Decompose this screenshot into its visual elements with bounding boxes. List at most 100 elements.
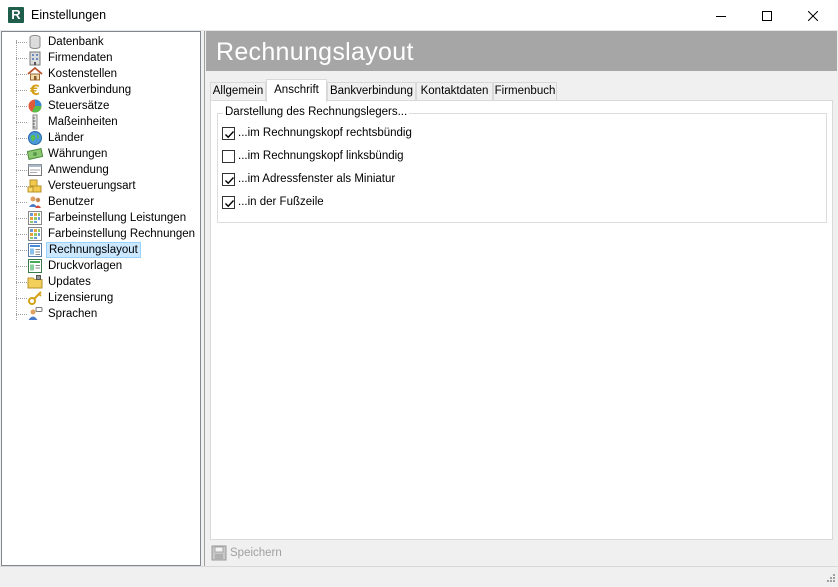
minimize-button[interactable] <box>698 0 744 31</box>
tree-item-währungen[interactable]: Währungen <box>2 146 200 162</box>
color-grid-icon <box>27 210 43 226</box>
resize-grip-icon[interactable] <box>824 573 836 585</box>
tree-item-label: Datenbank <box>48 36 104 48</box>
tree-connector <box>16 298 27 299</box>
color-grid-icon <box>27 226 43 242</box>
tree-item-anwendung[interactable]: Anwendung <box>2 162 200 178</box>
print-template-icon <box>27 258 43 274</box>
company-building-icon <box>27 50 43 66</box>
maximize-button[interactable] <box>744 0 790 31</box>
tree-item-lizensierung[interactable]: Lizensierung <box>2 290 200 306</box>
content-panel: Rechnungslayout Allgemein Anschrift Bank… <box>204 31 837 566</box>
coins-icon <box>27 178 43 194</box>
option-row[interactable]: ...im Rechnungskopf linksbündig <box>222 148 404 164</box>
tree-item-maßeinheiten[interactable]: Maßeinheiten <box>2 114 200 130</box>
tree-connector <box>16 186 27 187</box>
tree-item-datenbank[interactable]: Datenbank <box>2 34 200 50</box>
option-checkbox[interactable] <box>222 126 235 140</box>
svg-text:€: € <box>29 83 40 98</box>
tab-firmenbuch[interactable]: Firmenbuch <box>493 82 557 101</box>
tree-item-label: Benutzer <box>48 196 95 208</box>
app-logo-icon: R <box>8 7 24 23</box>
tree-item-label: Länder <box>48 132 84 144</box>
pie-chart-icon <box>27 98 43 114</box>
tree-item-firmendaten[interactable]: Firmendaten <box>2 50 200 66</box>
invoice-layout-icon <box>27 242 43 258</box>
database-icon <box>27 34 43 50</box>
tree-item-label: Währungen <box>48 148 108 160</box>
tree-item-steuersätze[interactable]: Steuersätze <box>2 98 200 114</box>
option-checkbox[interactable] <box>222 195 235 209</box>
tree-item-updates[interactable]: Updates <box>2 274 200 290</box>
tab-bankverbindung[interactable]: Bankverbindung <box>327 82 416 101</box>
option-row[interactable]: ...im Adressfenster als Miniatur <box>222 171 395 187</box>
minimize-icon <box>716 15 726 17</box>
groupbox-legend: Darstellung des Rechnungslegers... <box>223 106 410 118</box>
tree-connector <box>16 138 27 139</box>
key-icon <box>27 290 43 306</box>
measure-icon <box>27 114 43 130</box>
floppy-disk-icon <box>211 545 227 561</box>
house-icon <box>27 66 43 82</box>
tree-item-versteuerungsart[interactable]: Versteuerungsart <box>2 178 200 194</box>
option-checkbox[interactable] <box>222 172 235 186</box>
tree-item-länder[interactable]: Länder <box>2 130 200 146</box>
tree-item-label: Farbeinstellung Rechnungen <box>48 228 196 240</box>
status-bar <box>0 566 838 587</box>
tree-item-rechnungslayout[interactable]: Rechnungslayout <box>2 242 200 258</box>
tree-connector <box>16 154 27 155</box>
title-bar: R Einstellungen <box>0 0 838 31</box>
page-title: Rechnungslayout <box>216 38 414 66</box>
tree-item-farbeinstellung-rechnungen[interactable]: Farbeinstellung Rechnungen <box>2 226 200 242</box>
close-icon <box>808 10 818 21</box>
tree-item-label: Kostenstellen <box>48 68 118 80</box>
settings-tree[interactable]: Datenbank Firmendaten Kostenstellen € Bankve… <box>1 31 201 566</box>
tree-item-sprachen[interactable]: Sprachen <box>2 306 200 322</box>
tab-content: Darstellung des Rechnungslegers... ...im… <box>210 100 833 540</box>
globe-icon <box>27 130 43 146</box>
tree-item-benutzer[interactable]: Benutzer <box>2 194 200 210</box>
tree-connector <box>16 234 27 235</box>
tree-item-label: Versteuerungsart <box>48 180 136 192</box>
tree-item-druckvorlagen[interactable]: Druckvorlagen <box>2 258 200 274</box>
window-title: Einstellungen <box>31 8 107 22</box>
tree-item-label: Firmendaten <box>48 52 113 64</box>
tree-item-label: Druckvorlagen <box>48 260 123 272</box>
tree-item-label: Sprachen <box>48 308 98 320</box>
tree-item-label: Maßeinheiten <box>48 116 118 128</box>
banknote-icon <box>26 146 44 162</box>
save-label: Speichern <box>230 547 282 559</box>
tree-connector <box>16 282 27 283</box>
tab-kontaktdaten[interactable]: Kontaktdaten <box>416 82 493 101</box>
tree-item-label: Rechnungslayout <box>46 242 141 258</box>
euro-icon: € <box>27 82 43 99</box>
close-button[interactable] <box>790 0 836 31</box>
option-label: ...im Rechnungskopf rechtsbündig <box>238 127 412 139</box>
option-row[interactable]: ...in der Fußzeile <box>222 194 324 210</box>
tree-item-kostenstellen[interactable]: Kostenstellen <box>2 66 200 82</box>
tree-item-bankverbindung[interactable]: € Bankverbindung <box>2 82 200 99</box>
folder-update-icon <box>27 274 43 290</box>
option-label: ...im Rechnungskopf linksbündig <box>238 150 404 162</box>
users-icon <box>27 194 43 210</box>
option-checkbox[interactable] <box>222 149 235 163</box>
tree-item-label: Updates <box>48 276 91 288</box>
tree-connector <box>16 42 27 43</box>
option-label: ...im Adressfenster als Miniatur <box>238 173 396 185</box>
tree-item-farbeinstellung-leistungen[interactable]: Farbeinstellung Leistungen <box>2 210 200 226</box>
page-header: Rechnungslayout <box>206 31 837 71</box>
maximize-icon <box>762 10 772 21</box>
save-button[interactable]: Speichern <box>211 545 282 561</box>
option-label: ...in der Fußzeile <box>238 196 324 208</box>
tree-connector <box>16 218 27 219</box>
tree-item-label: Anwendung <box>48 164 109 176</box>
tree-item-label: Steuersätze <box>48 100 110 112</box>
tree-connector <box>16 74 27 75</box>
tree-connector <box>16 202 27 203</box>
tree-connector <box>16 122 27 123</box>
tree-item-label: Farbeinstellung Leistungen <box>48 212 187 224</box>
option-row[interactable]: ...im Rechnungskopf rechtsbündig <box>222 125 412 141</box>
tab-allgemein[interactable]: Allgemein <box>210 82 266 101</box>
tree-connector <box>16 90 27 91</box>
tab-anschrift[interactable]: Anschrift <box>266 79 327 102</box>
